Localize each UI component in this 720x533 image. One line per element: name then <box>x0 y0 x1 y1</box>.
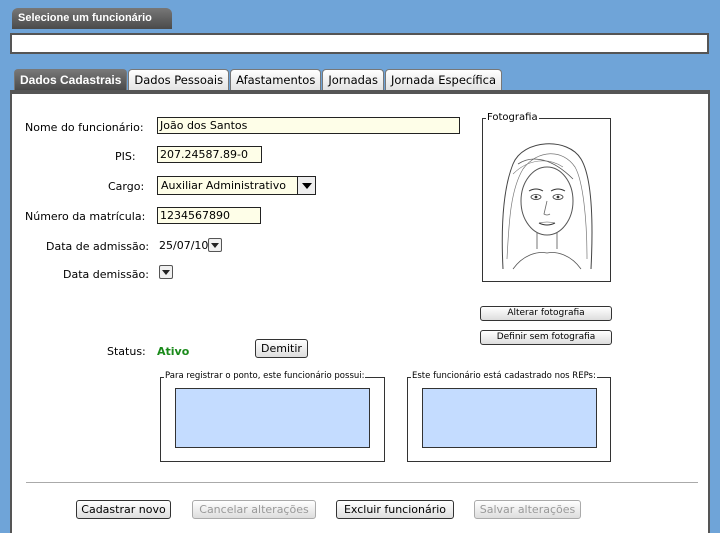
demissao-date-field[interactable] <box>159 265 177 282</box>
photo-frame: Fotografia <box>482 112 611 282</box>
salvar-alteracoes-button[interactable]: Salvar alterações <box>474 500 581 519</box>
nome-input[interactable]: João dos Santos <box>157 117 460 134</box>
pis-input[interactable]: 207.24587.89-0 <box>157 146 262 163</box>
admissao-date-field[interactable]: 25/07/10 <box>157 237 223 254</box>
main-panel: Nome do funcionário: João dos Santos PIS… <box>10 90 710 533</box>
matricula-input[interactable]: 1234567890 <box>157 207 261 224</box>
cargo-select[interactable]: Auxiliar Administrativo <box>157 176 316 195</box>
admissao-date-value: 25/07/10 <box>159 239 209 252</box>
demissao-label: Data demissão: <box>63 268 149 281</box>
cargo-label: Cargo: <box>108 180 145 193</box>
registro-ponto-legend: Para registrar o ponto, este funcionário… <box>164 371 366 381</box>
employee-select-field[interactable] <box>10 33 709 54</box>
portrait-photo <box>501 143 593 270</box>
status-label: Status: <box>107 345 146 358</box>
demitir-button[interactable]: Demitir <box>255 339 308 358</box>
reps-legend: Este funcionário está cadastrado nos REP… <box>411 371 597 381</box>
tab-afastamentos[interactable]: Afastamentos <box>230 69 322 90</box>
tab-dados-cadastrais[interactable]: Dados Cadastrais <box>14 69 128 90</box>
registro-ponto-group: Para registrar o ponto, este funcionário… <box>160 371 385 462</box>
tab-dados-pessoais[interactable]: Dados Pessoais <box>128 69 230 90</box>
cargo-select-value: Auxiliar Administrativo <box>161 179 286 192</box>
cancelar-alteracoes-button[interactable]: Cancelar alterações <box>192 500 316 519</box>
reps-list[interactable] <box>422 388 597 448</box>
excluir-funcionario-button[interactable]: Excluir funcionário <box>336 500 454 519</box>
calendar-dropdown-icon[interactable] <box>159 265 173 279</box>
definir-sem-fotografia-button[interactable]: Definir sem fotografia <box>480 330 612 345</box>
calendar-dropdown-icon[interactable] <box>208 238 222 252</box>
tab-bar: Dados Cadastrais Dados Pessoais Afastame… <box>14 69 503 90</box>
select-employee-tab: Selecione um funcionário <box>12 8 172 29</box>
divider <box>26 482 698 483</box>
registro-ponto-list[interactable] <box>175 388 370 448</box>
chevron-down-icon[interactable] <box>297 177 315 194</box>
admissao-label: Data de admissão: <box>46 240 150 253</box>
tab-jornada-especifica[interactable]: Jornada Específica <box>384 69 503 90</box>
reps-group: Este funcionário está cadastrado nos REP… <box>407 371 611 462</box>
tab-jornadas[interactable]: Jornadas <box>322 69 384 90</box>
pis-label: PIS: <box>115 150 136 163</box>
nome-label: Nome do funcionário: <box>25 121 144 134</box>
cadastrar-novo-button[interactable]: Cadastrar novo <box>76 500 171 519</box>
matricula-label: Número da matrícula: <box>25 210 146 223</box>
alterar-fotografia-button[interactable]: Alterar fotografia <box>480 306 612 321</box>
status-value: Ativo <box>157 345 190 358</box>
